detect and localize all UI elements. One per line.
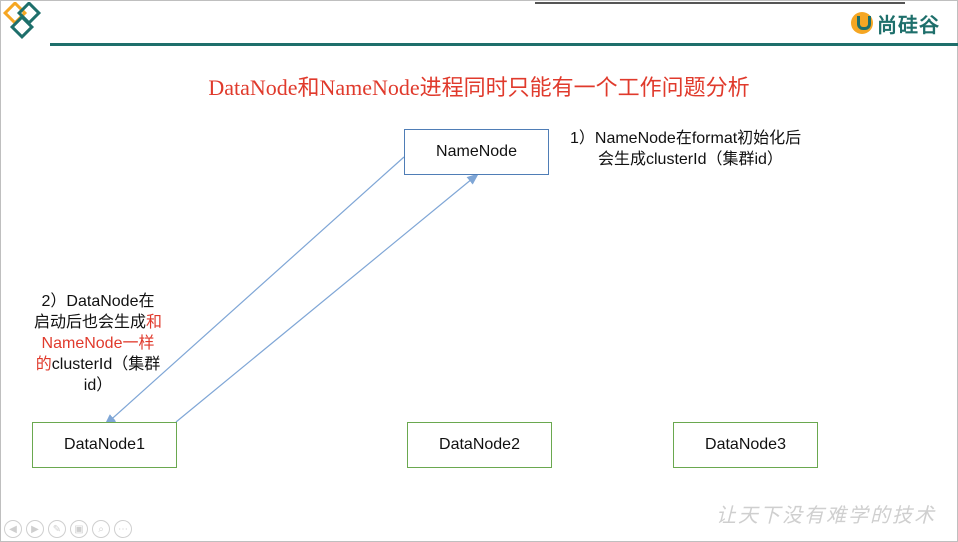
note2-line2-black: 启动后也会生成 [33,314,146,331]
namenode-box: NameNode [404,129,549,175]
note-datanode: 2）DataNode在 启动后也会生成和 NameNode一样 的cluster… [18,291,178,396]
note-namenode: 1）NameNode在format初始化后 会生成clusterId（集群id） [570,128,801,170]
note2-line3: NameNode一样 [41,335,155,352]
note2-line2: 启动后也会生成和 [18,312,178,333]
note2-line1: 2）DataNode在 [41,293,155,310]
note2-line2-red: 和 [146,314,163,331]
note2-line5: id） [83,377,113,394]
datanode2-box: DataNode2 [407,422,552,468]
watermark: 让天下没有难学的技术 [716,503,936,527]
next-icon[interactable]: ▶ [26,520,44,538]
zoom-icon[interactable]: ⌕ [92,520,110,538]
more-icon[interactable]: ⋯ [114,520,132,538]
namenode-label: NameNode [436,143,517,160]
datanode1-label: DataNode1 [64,436,145,453]
prev-icon[interactable]: ◀ [4,520,22,538]
datanode1-box: DataNode1 [32,422,177,468]
note1-line2: 会生成clusterId（集群id） [598,151,783,168]
datanode3-label: DataNode3 [705,436,786,453]
pen-icon[interactable]: ✎ [48,520,66,538]
note2-line4: 的clusterId（集群 [18,354,178,375]
note1-line1: 1）NameNode在format初始化后 [570,130,802,147]
arrow-datanode1-to-namenode [175,173,479,423]
datanode3-box: DataNode3 [673,422,818,468]
slide-controls: ◀ ▶ ✎ ▣ ⌕ ⋯ [4,520,132,538]
datanode2-label: DataNode2 [439,436,520,453]
slides-icon[interactable]: ▣ [70,520,88,538]
note2-line4-black: clusterId（集群 [51,356,161,373]
note2-line4-red: 的 [35,356,52,373]
